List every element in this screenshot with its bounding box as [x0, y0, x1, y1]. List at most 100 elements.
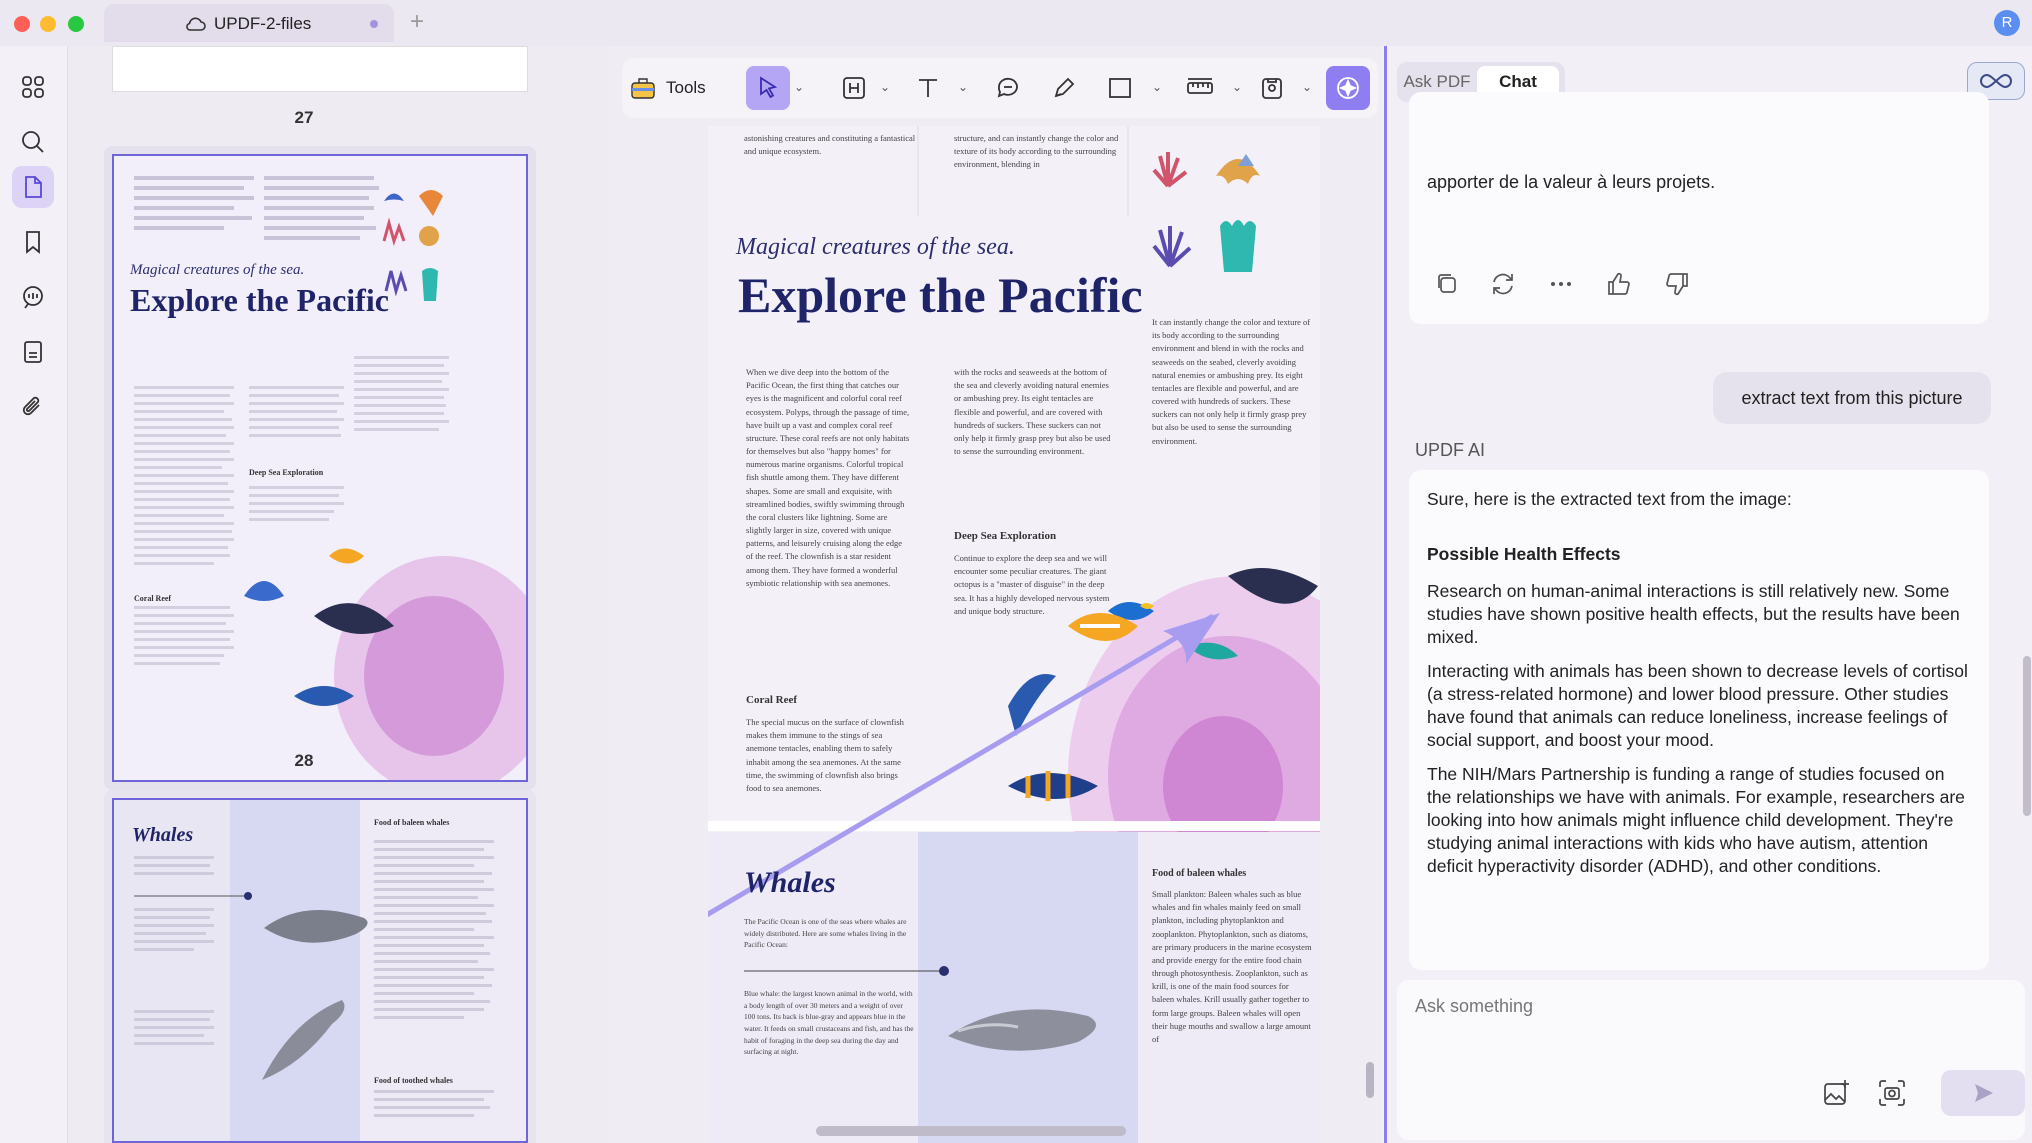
thumbnail-page-number: 27	[294, 108, 314, 127]
heading-deep-sea: Deep Sea Exploration	[954, 530, 1057, 542]
page-subtitle: Magical creatures of the sea.	[736, 234, 1015, 260]
bookmark-icon[interactable]	[12, 221, 54, 263]
close-window-button[interactable]	[14, 16, 30, 32]
rectangle-icon	[1109, 78, 1131, 98]
previous-ai-message: apporter de la valeur à leurs projets.	[1409, 92, 1989, 324]
text-column-top-1: astonishing creatures and constituting a…	[744, 133, 916, 157]
ruler-icon	[1187, 78, 1213, 94]
page-title: Explore the Pacific	[738, 267, 1143, 323]
apps-icon[interactable]	[12, 66, 54, 108]
answer-paragraph-2: Interacting with animals has been shown …	[1427, 661, 1968, 750]
search-icon[interactable]	[12, 121, 54, 163]
pen-icon	[1054, 77, 1075, 98]
answer-heading: Possible Health Effects	[1427, 544, 1621, 564]
chat-input-placeholder[interactable]: Ask something	[1415, 996, 1533, 1017]
text-column-3: It can instantly change the color and te…	[1152, 317, 1311, 446]
cursor-icon	[760, 76, 778, 99]
cloud-icon	[184, 16, 206, 37]
blue-whale-text: Blue whale: the largest known animal in …	[744, 989, 914, 1057]
document-vertical-scrollbar[interactable]	[1366, 1062, 1374, 1098]
measure-caret-icon[interactable]: ⌄	[1232, 80, 1242, 94]
highlight-caret-icon[interactable]: ⌄	[880, 80, 890, 94]
document-icon[interactable]	[12, 331, 54, 373]
stamp-caret-icon[interactable]: ⌄	[1302, 80, 1312, 94]
document-tab-title: UPDF-2-files	[214, 14, 312, 33]
select-tool-button[interactable]	[746, 66, 790, 110]
comment-icon[interactable]	[12, 276, 54, 318]
speech-bubble-icon	[997, 77, 1018, 98]
left-sidebar	[0, 46, 68, 1143]
measure-tool-button[interactable]	[1178, 66, 1222, 110]
whales-intro: The Pacific Ocean is one of the seas whe…	[744, 917, 907, 950]
title-bar: UPDF-2-files + R	[0, 0, 2032, 46]
screenshot-icon[interactable]	[1877, 1078, 1907, 1113]
thumbnail-panel: 27 Magical creatures of the sea. Explore…	[68, 46, 608, 1143]
tools-button[interactable]: Tools	[630, 66, 730, 110]
answer-paragraph-1: Research on human-animal interactions is…	[1427, 581, 1960, 647]
select-tool-caret-icon[interactable]: ⌄	[794, 80, 804, 94]
heading-coral-reef: Coral Reef	[746, 694, 798, 706]
stamp-tool-button[interactable]	[1250, 66, 1294, 110]
comment-tool-button[interactable]	[986, 66, 1030, 110]
text-tool-button[interactable]	[906, 66, 950, 110]
avatar[interactable]: R	[1994, 10, 2020, 36]
ai-chat-panel: Ask PDF Chat apporter de la valeur à leu…	[1384, 46, 2032, 1143]
more-icon[interactable]	[1547, 270, 1575, 303]
thumbnail-heading-toothed: Food of toothed whales	[374, 1076, 453, 1085]
thumbnail-heading-deep-sea: Deep Sea Exploration	[249, 468, 324, 477]
attachment-icon[interactable]	[12, 386, 54, 428]
text-column-top-2: structure, and can instantly change the …	[954, 133, 1119, 170]
text-caret-icon[interactable]: ⌄	[958, 80, 968, 94]
document-tab[interactable]: UPDF-2-files	[104, 4, 394, 42]
text-column-2: with the rocks and seaweeds at the botto…	[954, 367, 1111, 457]
user-message: extract text from this picture	[1713, 372, 1991, 424]
new-tab-button[interactable]: +	[410, 8, 424, 36]
ai-icon	[1337, 77, 1359, 99]
edit-toolbar: Tools ⌄ ⌄ ⌄ ⌄ ⌄ ⌄	[622, 58, 1378, 118]
document-horizontal-scrollbar[interactable]	[816, 1126, 1126, 1136]
send-icon	[1975, 1084, 1993, 1102]
previous-message-text: apporter de la valeur à leurs projets.	[1427, 172, 1716, 192]
shape-caret-icon[interactable]: ⌄	[1152, 80, 1162, 94]
thumbnail-page-number: 28	[294, 751, 314, 770]
text-icon	[919, 79, 937, 97]
text-coral-reef: The special mucus on the surface of clow…	[746, 717, 904, 793]
thumbnail-page-29-art	[114, 800, 526, 1141]
stamp-icon	[1262, 78, 1282, 99]
document-view: Tools ⌄ ⌄ ⌄ ⌄ ⌄ ⌄ astonishing creatures …	[608, 46, 1382, 1143]
maximize-window-button[interactable]	[68, 16, 84, 32]
thumbnail-page-28[interactable]: Magical creatures of the sea. Explore th…	[112, 154, 528, 782]
answer-paragraph-3: The NIH/Mars Partnership is funding a ra…	[1427, 764, 1965, 876]
highlight-tool-button[interactable]	[832, 66, 876, 110]
whales-title: Whales	[744, 866, 836, 899]
thumbs-down-icon[interactable]	[1663, 270, 1691, 303]
answer-intro: Sure, here is the extracted text from th…	[1427, 489, 1792, 509]
pages-icon[interactable]	[12, 166, 54, 208]
ai-assistant-button[interactable]	[1326, 66, 1370, 110]
regenerate-icon[interactable]	[1489, 270, 1517, 303]
send-button[interactable]	[1941, 1070, 2025, 1116]
pen-tool-button[interactable]	[1042, 66, 1086, 110]
text-baleen: Small plankton: Baleen whales such as bl…	[1152, 889, 1312, 1044]
thumbnail-subtitle: Magical creatures of the sea.	[130, 262, 305, 278]
thumbnail-whales-title: Whales	[132, 824, 194, 846]
thumbnail-page-27[interactable]	[112, 46, 528, 92]
image-upload-icon[interactable]	[1821, 1078, 1851, 1113]
assistant-label: UPDF AI	[1415, 440, 1486, 460]
thumbnail-heading-coral: Coral Reef	[134, 594, 172, 603]
text-column-1: When we dive deep into the bottom of the…	[746, 367, 910, 588]
ai-panel-scrollbar[interactable]	[2023, 656, 2031, 816]
thumbnail-page-29[interactable]: Whales Food of baleen whales Food of too…	[112, 798, 528, 1143]
pdf-page[interactable]: astonishing creatures and constituting a…	[708, 126, 1320, 1143]
infinity-icon	[1980, 73, 2012, 89]
tools-label: Tools	[666, 78, 706, 97]
unsaved-dot	[370, 20, 378, 28]
thumbnail-title: Explore the Pacific	[130, 282, 389, 318]
chat-input-box[interactable]: Ask something	[1397, 980, 2025, 1140]
copy-icon[interactable]	[1433, 270, 1461, 303]
shape-tool-button[interactable]	[1098, 66, 1142, 110]
minimize-window-button[interactable]	[40, 16, 56, 32]
thumbnail-heading-baleen: Food of baleen whales	[374, 818, 450, 827]
text-deep-sea: Continue to explore the deep sea and we …	[954, 553, 1110, 616]
thumbs-up-icon[interactable]	[1605, 270, 1633, 303]
